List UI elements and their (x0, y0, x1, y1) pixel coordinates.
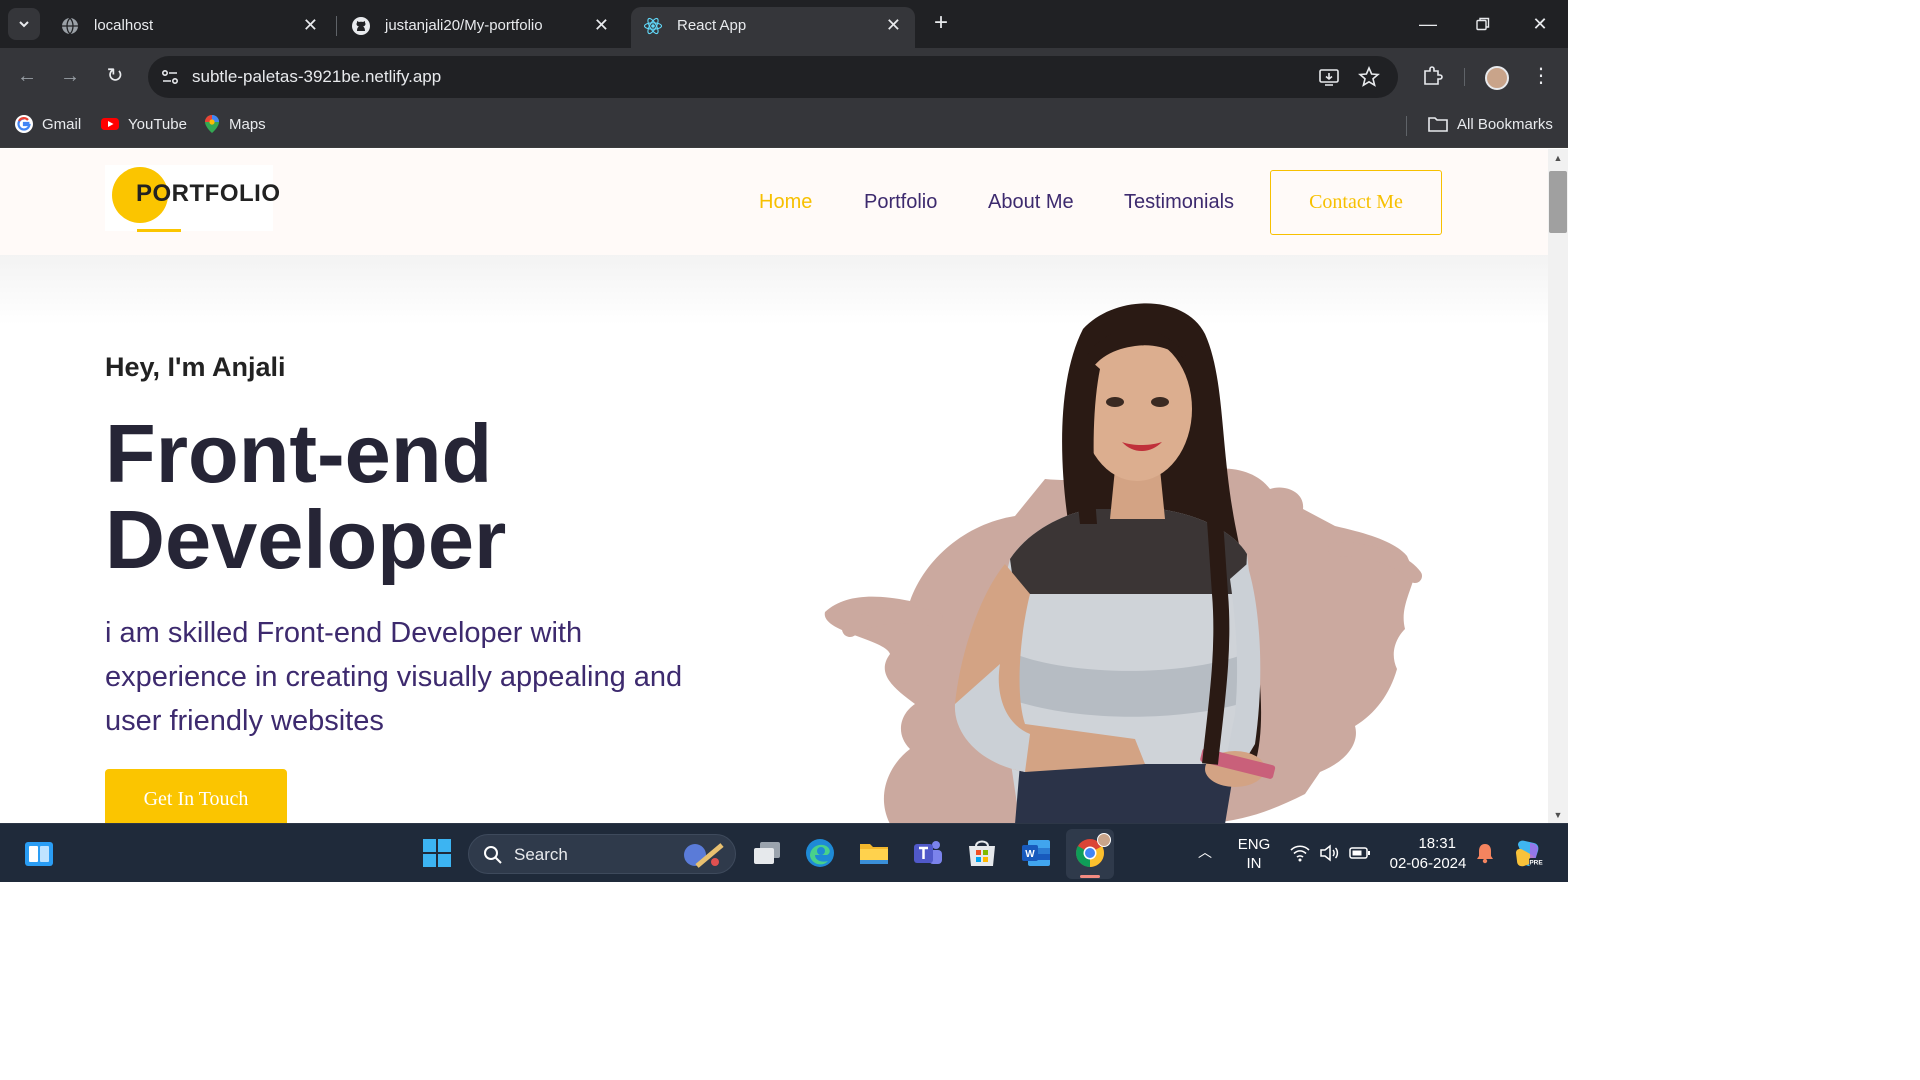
svg-text:W: W (1025, 849, 1035, 860)
region-code: IN (1246, 855, 1262, 872)
hero-tagline: i am skilled Front-end Developer with ex… (105, 617, 683, 737)
microsoft-store-icon[interactable] (965, 836, 999, 870)
nav-portfolio[interactable]: Portfolio (864, 191, 937, 214)
word-icon[interactable]: W (1019, 836, 1053, 870)
search-label: Search (514, 845, 568, 864)
all-bookmarks-button[interactable]: All Bookmarks (1427, 114, 1553, 134)
url-text: subtle-paletas-3921be.netlify.app (192, 67, 442, 86)
chevron-down-icon (19, 21, 29, 28)
bookmark-youtube[interactable]: YouTube (100, 114, 187, 134)
site-navbar: PORTFOLIO Home Portfolio About Me Testim… (0, 149, 1548, 255)
tab-title: React App (677, 17, 747, 34)
task-view-icon[interactable] (750, 836, 784, 870)
react-icon (643, 17, 663, 35)
new-tab-button[interactable]: + (928, 10, 954, 36)
copilot-icon[interactable]: PRE (1512, 837, 1544, 869)
nav-testimonials[interactable]: Testimonials (1124, 191, 1234, 214)
bookmarks-bar: Gmail YouTube Maps All Bookmarks (0, 104, 1568, 148)
nav-about-me[interactable]: About Me (988, 191, 1074, 214)
bookmark-maps[interactable]: Maps (203, 114, 266, 134)
github-icon (352, 17, 370, 35)
tab-react-app[interactable]: React App ✕ (631, 7, 915, 48)
scroll-down-icon[interactable]: ▼ (1552, 810, 1564, 820)
clock[interactable]: 18:31 02-06-2024 (1388, 834, 1468, 874)
globe-icon (62, 17, 78, 35)
bookmark-label: Gmail (42, 115, 82, 133)
tab-search-button[interactable] (8, 8, 40, 40)
bookmarks-divider (1406, 116, 1407, 136)
youtube-icon (101, 118, 119, 130)
windows-start-icon[interactable] (420, 836, 454, 870)
more-menu-icon[interactable]: ⋮ (1530, 65, 1552, 87)
reload-button[interactable]: ↻ (101, 62, 129, 90)
install-app-icon[interactable] (1318, 66, 1340, 88)
tab-localhost[interactable]: localhost ✕ (48, 7, 332, 48)
site-settings-icon[interactable] (156, 63, 184, 91)
cricket-highlight-icon (684, 843, 724, 868)
browser-toolbar: ← → ↻ subtle-paletas-3921be.netlify.app … (0, 48, 1568, 104)
tab-title: localhost (94, 17, 154, 34)
maps-icon (205, 115, 219, 133)
toolbar-divider (1464, 68, 1465, 86)
close-icon[interactable]: ✕ (303, 15, 318, 36)
logo-text: PORTFOLIO (136, 180, 281, 207)
taskbar-search[interactable]: Search (468, 834, 736, 874)
bookmark-gmail[interactable]: Gmail (14, 114, 81, 134)
teams-icon[interactable] (911, 836, 945, 870)
close-icon[interactable]: ✕ (594, 15, 609, 36)
widgets-icon[interactable] (22, 837, 56, 871)
tab-divider (336, 16, 337, 36)
tab-strip: localhost ✕ justanjali20/My-portfolio ✕ … (0, 0, 1568, 48)
page-viewport: PORTFOLIO Home Portfolio About Me Testim… (0, 149, 1548, 823)
bookmark-label: Maps (229, 115, 266, 133)
minimize-icon[interactable]: — (1413, 10, 1443, 38)
headline-line-2: Developer (105, 493, 507, 586)
show-hidden-icons[interactable]: ︿ (1198, 842, 1212, 862)
google-icon (15, 115, 33, 133)
page-scrollbar[interactable] (1548, 149, 1568, 823)
logo-underline (137, 229, 181, 232)
notification-bell-icon[interactable] (1475, 842, 1495, 864)
all-bookmarks-label: All Bookmarks (1457, 115, 1553, 133)
language-code: ENG (1237, 836, 1271, 853)
headline-line-1: Front-end (105, 407, 493, 500)
clock-date: 02-06-2024 (1389, 855, 1467, 872)
bookmark-star-icon[interactable] (1358, 66, 1380, 88)
scroll-thumb[interactable] (1549, 171, 1567, 233)
active-app-indicator (1080, 875, 1100, 878)
scroll-up-icon[interactable]: ▲ (1552, 153, 1564, 163)
wifi-icon[interactable] (1290, 844, 1310, 862)
site-logo[interactable]: PORTFOLIO (105, 165, 280, 232)
search-icon (484, 846, 502, 864)
restore-icon[interactable] (1468, 10, 1498, 38)
profile-avatar[interactable] (1485, 66, 1509, 90)
tab-title: justanjali20/My-portfolio (385, 17, 543, 34)
chrome-taskbar-active[interactable] (1066, 829, 1114, 879)
hero-headline: Front-end Developer (105, 411, 805, 583)
clock-time: 18:31 (1418, 835, 1456, 852)
battery-icon[interactable] (1349, 845, 1371, 861)
nav-home[interactable]: Home (759, 191, 812, 214)
contact-me-button[interactable]: Contact Me (1270, 170, 1442, 235)
address-bar[interactable]: subtle-paletas-3921be.netlify.app (148, 56, 1398, 98)
language-indicator[interactable]: ENG IN (1234, 835, 1274, 873)
file-explorer-icon[interactable] (857, 836, 891, 870)
get-in-touch-button[interactable]: Get In Touch (105, 769, 287, 823)
edge-browser-icon[interactable] (803, 836, 837, 870)
folder-icon (1428, 117, 1448, 132)
windows-taskbar: Search W ︿ ENG IN 18:31 02-06-2024 PRE (0, 823, 1568, 882)
extensions-icon[interactable] (1421, 65, 1443, 87)
back-button[interactable]: ← (13, 62, 41, 90)
window-close-icon[interactable]: ✕ (1525, 10, 1555, 38)
volume-icon[interactable] (1319, 844, 1339, 862)
close-icon[interactable]: ✕ (886, 15, 901, 36)
svg-text:PRE: PRE (1529, 860, 1543, 867)
hero-portrait-image (824, 303, 1422, 823)
forward-button[interactable]: → (56, 62, 84, 90)
bookmark-label: YouTube (128, 115, 187, 133)
tab-github[interactable]: justanjali20/My-portfolio ✕ (339, 7, 623, 48)
profile-badge (1097, 833, 1111, 847)
hero-greeting: Hey, I'm Anjali (105, 352, 286, 382)
